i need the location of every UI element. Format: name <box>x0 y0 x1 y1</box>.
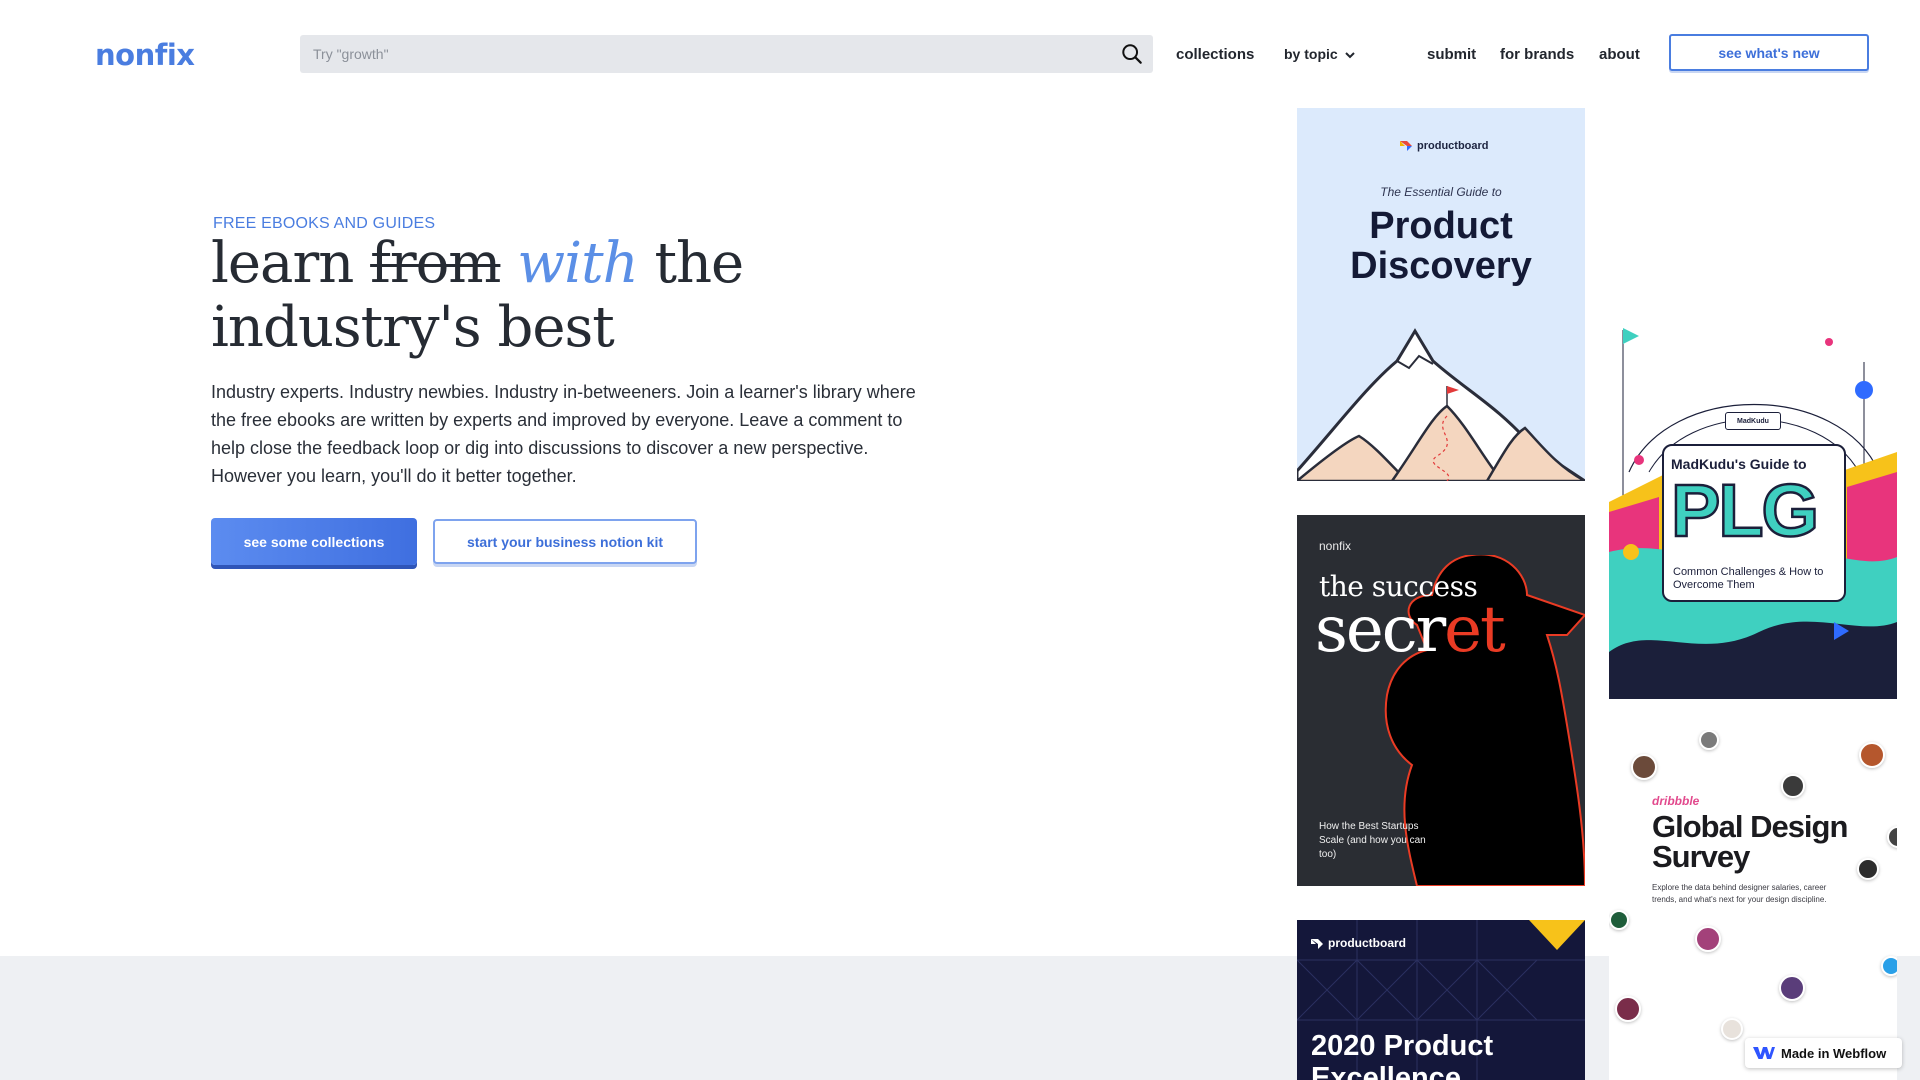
avatar <box>1695 926 1721 952</box>
mountain-illustration <box>1297 328 1585 481</box>
avatar <box>1881 956 1897 976</box>
productboard-logo: productboard <box>1311 936 1406 950</box>
headline-word: learn <box>211 231 354 296</box>
avatar <box>1615 996 1641 1022</box>
ebook-card-design-survey[interactable]: dribbble Global Design Survey Explore th… <box>1609 730 1897 1080</box>
ebook-title: PLG <box>1670 469 1821 552</box>
search-icon[interactable] <box>1121 43 1143 65</box>
see-whats-new-button[interactable]: see what's new <box>1669 34 1869 71</box>
ebook-card-product-excellence[interactable]: productboard 2020 Product Excellence <box>1297 920 1585 1080</box>
ebook-title: Global Design Survey <box>1652 809 1848 874</box>
avatar <box>1887 826 1897 848</box>
dribbble-logo: dribbble <box>1652 794 1700 808</box>
avatar <box>1609 910 1629 930</box>
chevron-down-icon <box>1344 52 1355 59</box>
ebook-title: Product Discovery <box>1350 205 1532 287</box>
ebook-card-success-secret[interactable]: nonfix the success secret How the Best S… <box>1297 515 1585 886</box>
logo[interactable]: nonfix <box>95 38 195 72</box>
headline-word: the <box>654 231 744 296</box>
nav-for-brands[interactable]: for brands <box>1500 46 1574 63</box>
webflow-badge-label: Made in Webflow <box>1781 1045 1887 1061</box>
avatar <box>1779 975 1805 1001</box>
headline-line2: industry's best <box>211 295 615 360</box>
ebook-title-line2: secret <box>1315 593 1506 667</box>
nav-about[interactable]: about <box>1599 46 1640 63</box>
webflow-icon <box>1753 1047 1775 1059</box>
productboard-icon <box>1311 938 1323 949</box>
avatar <box>1857 858 1879 880</box>
hero-intro: Industry experts. Industry newbies. Indu… <box>211 382 916 486</box>
avatar <box>1859 742 1885 768</box>
nonfix-logo: nonfix <box>1319 539 1352 553</box>
headline-struck-word: from <box>370 231 501 296</box>
ebook-title: 2020 Product Excellence <box>1311 1030 1494 1080</box>
ebook-tagline: How the Best Startups Scale (and how you… <box>1319 821 1426 860</box>
ebook-subtitle: The Essential Guide to <box>1380 185 1502 199</box>
productboard-icon <box>1400 141 1412 152</box>
made-in-webflow-badge[interactable]: Made in Webflow <box>1745 1038 1902 1068</box>
nav-submit[interactable]: submit <box>1427 46 1476 63</box>
nav-by-topic-label: by topic <box>1284 46 1338 62</box>
search-input[interactable] <box>300 35 1093 73</box>
headline-accent-word: with <box>517 231 638 296</box>
logo-text: nonfi <box>95 38 177 72</box>
ebook-card-product-discovery[interactable]: productboard The Essential Guide to Prod… <box>1297 108 1585 481</box>
business-notion-kit-button[interactable]: start your business notion kit <box>433 519 697 564</box>
search-bar <box>300 35 1153 73</box>
logo-mark: x <box>176 38 195 72</box>
ebook-subtitle: Explore the data behind designer salarie… <box>1652 883 1827 904</box>
avatar <box>1631 754 1657 780</box>
avatar <box>1721 1018 1743 1040</box>
hero-headline: learn from with the industry's best <box>211 232 911 360</box>
see-collections-button[interactable]: see some collections <box>211 518 417 565</box>
avatar <box>1781 774 1805 798</box>
avatar <box>1699 730 1719 750</box>
ebook-card-plg[interactable]: MadKudu MadKudu's Guide to PLG Common Ch… <box>1609 322 1897 699</box>
madkudu-badge: MadKudu <box>1725 412 1781 430</box>
ebook-subtitle: Common Challenges & How to Overcome Them <box>1673 566 1824 591</box>
nav-collections[interactable]: collections <box>1176 46 1254 63</box>
nav-by-topic[interactable]: by topic <box>1284 46 1355 62</box>
productboard-logo: productboard <box>1400 140 1489 152</box>
